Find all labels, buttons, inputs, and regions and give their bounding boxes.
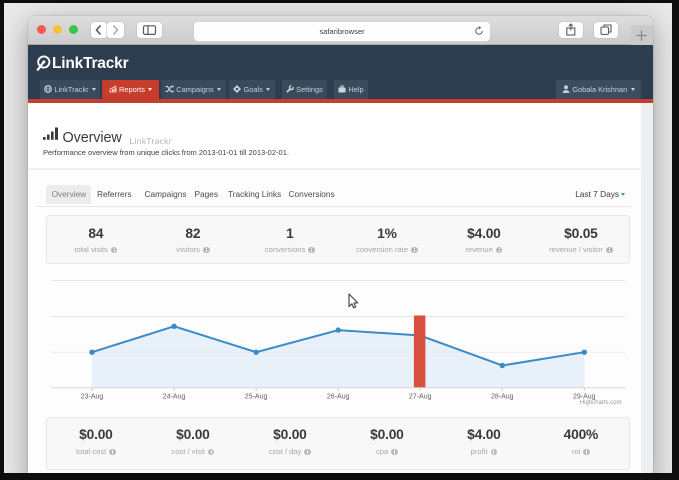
svg-text:25-Aug: 25-Aug bbox=[245, 394, 268, 401]
svg-text:27-Aug: 27-Aug bbox=[409, 394, 432, 401]
svg-text:Highcharts.com: Highcharts.com bbox=[580, 400, 622, 406]
svg-text:28-Aug: 28-Aug bbox=[491, 394, 514, 401]
svg-text:26-Aug: 26-Aug bbox=[327, 394, 350, 401]
svg-text:24-Aug: 24-Aug bbox=[163, 394, 186, 401]
svg-text:23-Aug: 23-Aug bbox=[81, 394, 104, 401]
